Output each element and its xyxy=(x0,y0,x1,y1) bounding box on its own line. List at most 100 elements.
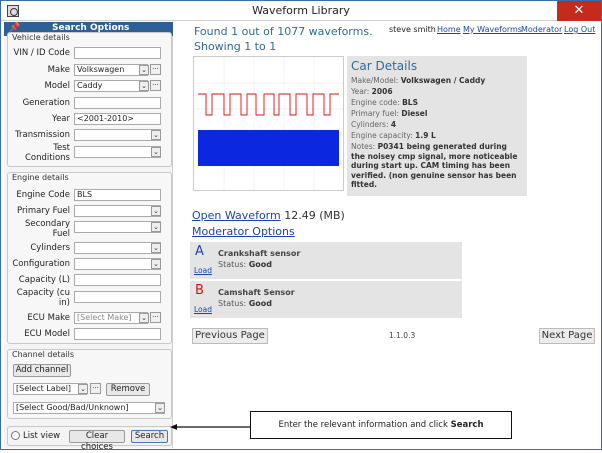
ecu-make-select[interactable]: [Select Make] xyxy=(74,312,148,324)
engine-code-input[interactable]: BLS xyxy=(74,189,161,201)
channel-card-a: A Load Crankshaft sensor Status: Good xyxy=(190,242,462,279)
cylinders-select[interactable] xyxy=(74,242,161,254)
version-label: 1.1.0.3 xyxy=(389,331,416,340)
car-engine-capacity-label: Engine capacity: xyxy=(351,131,413,140)
primary-fuel-chevron-down-icon[interactable]: ⌄ xyxy=(151,206,161,216)
year-input[interactable]: <2001-2010> xyxy=(74,113,161,125)
configuration-chevron-down-icon[interactable]: ⌄ xyxy=(151,259,161,269)
secondary-fuel-label: Secondary Fuel xyxy=(24,219,70,239)
my-waveforms-link[interactable]: My Waveforms xyxy=(463,25,522,34)
crankshaft-trace xyxy=(198,130,339,166)
channel-label-chevron-down-icon[interactable]: ⌄ xyxy=(78,384,88,394)
year-label: Year xyxy=(52,114,70,124)
capacity-cu-input[interactable] xyxy=(74,291,161,303)
channel-status-select[interactable]: [Select Good/Bad/Unknown] xyxy=(13,402,165,414)
vin-label: VIN / ID Code xyxy=(13,48,70,58)
capacity-cu-label: Capacity (cu in) xyxy=(16,288,70,308)
make-label: Make xyxy=(47,65,70,75)
moderator-link[interactable]: Moderator xyxy=(521,25,562,34)
make-value: Volkswagen xyxy=(77,65,125,74)
model-label: Model xyxy=(44,81,70,91)
moderator-options-link[interactable]: Moderator Options xyxy=(192,225,295,238)
engine-code-label: Engine Code xyxy=(16,190,70,200)
ecu-make-chevron-down-icon[interactable]: ⌄ xyxy=(139,313,149,323)
engine-details-title: Engine details xyxy=(12,173,69,182)
configuration-select[interactable] xyxy=(74,258,161,270)
test-conditions-label: Test Conditions xyxy=(25,143,70,163)
capacity-l-label: Capacity (L) xyxy=(18,275,70,285)
secondary-fuel-chevron-down-icon[interactable]: ⌄ xyxy=(151,222,161,232)
model-chevron-down-icon[interactable]: ⌄ xyxy=(139,81,149,91)
ecu-model-input[interactable] xyxy=(74,328,161,340)
open-waveform-link[interactable]: Open Waveform xyxy=(192,209,281,222)
cylinders-row: Cylinders: 4 xyxy=(351,120,396,129)
make-more-button[interactable]: ··· xyxy=(150,64,161,75)
ecu-model-label: ECU Model xyxy=(24,329,70,339)
make-select[interactable]: Volkswagen xyxy=(74,64,148,76)
waveform-thumbnail[interactable] xyxy=(193,56,344,191)
search-button[interactable]: Search xyxy=(131,430,168,443)
waveform-preview xyxy=(194,57,343,190)
channel-name: Crankshaft sensor xyxy=(218,249,301,258)
list-view-label: List view xyxy=(23,431,61,441)
results-area: Found 1 out of 1077 waveforms. Showing 1… xyxy=(175,22,601,448)
generation-input[interactable] xyxy=(74,97,161,109)
channel-details-group: Channel details Add channel [Select Labe… xyxy=(7,349,172,419)
model-more-button[interactable]: ··· xyxy=(150,80,161,91)
primary-fuel-select[interactable] xyxy=(74,205,161,217)
model-value: Caddy xyxy=(77,81,103,90)
transmission-chevron-down-icon[interactable]: ⌄ xyxy=(151,130,161,140)
channel-status-value: Good xyxy=(248,299,273,308)
search-panel: 📌 Search Options Vehicle details VIN / I… xyxy=(4,22,173,452)
car-primary-fuel-label: Primary fuel: xyxy=(351,109,399,118)
channel-status-chevron-down-icon[interactable]: ⌄ xyxy=(155,403,165,413)
clear-choices-button[interactable]: Clear choices xyxy=(69,430,125,452)
generation-label: Generation xyxy=(22,98,70,108)
car-cylinders-value: 4 xyxy=(390,120,397,129)
notes-label: Notes: xyxy=(351,142,376,151)
channel-status: Status: Good xyxy=(218,299,272,308)
make-model-value: Volkswagen / Caddy xyxy=(400,76,486,85)
callout-arrow-icon xyxy=(170,424,250,430)
channel-status: Status: Good xyxy=(218,260,272,269)
list-view-radio[interactable] xyxy=(11,431,20,440)
car-year-value: 2006 xyxy=(371,87,393,96)
car-year-label: Year: xyxy=(351,87,370,96)
callout-text: Enter the relevant information and click xyxy=(278,420,451,430)
year-row: Year: 2006 xyxy=(351,87,393,96)
car-cylinders-label: Cylinders: xyxy=(351,120,389,129)
logout-link[interactable]: Log Out xyxy=(564,25,595,34)
file-size: 12.49 (MB) xyxy=(284,209,345,222)
showing-line: Showing 1 to 1 xyxy=(194,40,277,53)
remove-button[interactable]: Remove xyxy=(106,383,150,396)
channel-label-select[interactable]: [Select Label] xyxy=(13,383,87,395)
model-select[interactable]: Caddy xyxy=(74,80,148,92)
capacity-l-input[interactable] xyxy=(74,274,161,286)
cylinders-chevron-down-icon[interactable]: ⌄ xyxy=(151,243,161,253)
callout-bold-text: Search xyxy=(450,420,484,430)
channel-card-b: B Load Camshaft Sensor Status: Good xyxy=(190,281,462,318)
primary-fuel-label: Primary Fuel xyxy=(17,206,70,216)
car-details-panel: Car Details Make/Model: Volkswagen / Cad… xyxy=(347,56,527,196)
vehicle-details-group: Vehicle details VIN / ID Code Make Volks… xyxy=(7,32,172,167)
vin-input[interactable] xyxy=(74,47,161,59)
add-channel-button[interactable]: Add channel xyxy=(13,364,71,377)
test-conditions-chevron-down-icon[interactable]: ⌄ xyxy=(151,147,161,157)
next-page-button[interactable]: Next Page xyxy=(539,328,595,344)
test-conditions-select[interactable] xyxy=(74,146,161,158)
make-chevron-down-icon[interactable]: ⌄ xyxy=(139,65,149,75)
channel-details-title: Channel details xyxy=(12,350,75,359)
channel-load-link[interactable]: Load xyxy=(194,266,212,275)
previous-page-button[interactable]: Previous Page xyxy=(192,328,268,344)
secondary-fuel-select[interactable] xyxy=(74,221,161,233)
car-engine-capacity-value: 1.9 L xyxy=(415,131,436,140)
user-name: steve smith xyxy=(389,25,436,34)
camshaft-trace xyxy=(198,93,339,116)
notes-value: P0341 being generated during the noisey … xyxy=(351,142,518,189)
transmission-select[interactable] xyxy=(74,129,161,141)
close-button[interactable]: ✕ xyxy=(557,1,601,21)
channel-label-more-button[interactable]: ··· xyxy=(90,383,101,394)
home-link[interactable]: Home xyxy=(437,25,461,34)
channel-load-link[interactable]: Load xyxy=(194,305,212,314)
ecu-make-more-button[interactable]: ··· xyxy=(150,312,161,323)
